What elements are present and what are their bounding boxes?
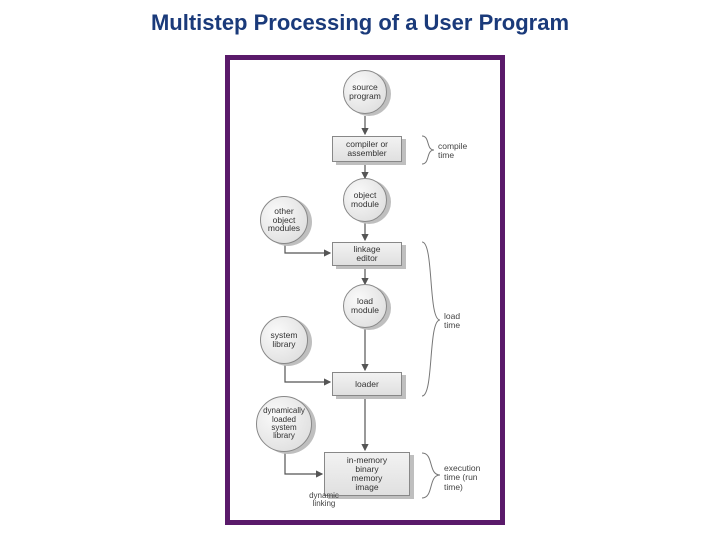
node-label: linkageeditor	[332, 242, 402, 266]
node-object-module: objectmodule	[343, 178, 387, 222]
node-label: compiler orassembler	[332, 136, 402, 162]
phase-compile-time: compiletime	[438, 142, 467, 161]
node-load-module: loadmodule	[343, 284, 387, 328]
node-memory-image: in-memorybinarymemoryimage	[324, 452, 410, 496]
node-label: systemlibrary	[260, 316, 308, 364]
node-source-program: sourceprogram	[343, 70, 387, 114]
node-dyn-library: dynamicallyloadedsystemlibrary	[256, 396, 312, 452]
node-system-library: systemlibrary	[260, 316, 308, 364]
node-label: otherobjectmodules	[260, 196, 308, 244]
node-label: sourceprogram	[343, 70, 387, 114]
node-other-object-modules: otherobjectmodules	[260, 196, 308, 244]
node-label: objectmodule	[343, 178, 387, 222]
edge-label-dynamic-linking: dynamiclinking	[294, 492, 354, 509]
phase-load-time: loadtime	[444, 312, 460, 331]
phase-execution-time: executiontime (runtime)	[444, 464, 480, 492]
node-loader: loader	[332, 372, 402, 396]
node-label: loadmodule	[343, 284, 387, 328]
node-label: in-memorybinarymemoryimage	[324, 452, 410, 496]
node-label: dynamicallyloadedsystemlibrary	[256, 396, 312, 452]
node-label: loader	[332, 372, 402, 396]
node-linkage-editor: linkageeditor	[332, 242, 402, 266]
node-compiler: compiler orassembler	[332, 136, 402, 162]
diagram-frame: sourceprogram compiler orassembler objec…	[225, 55, 505, 525]
page-title: Multistep Processing of a User Program	[0, 10, 720, 36]
